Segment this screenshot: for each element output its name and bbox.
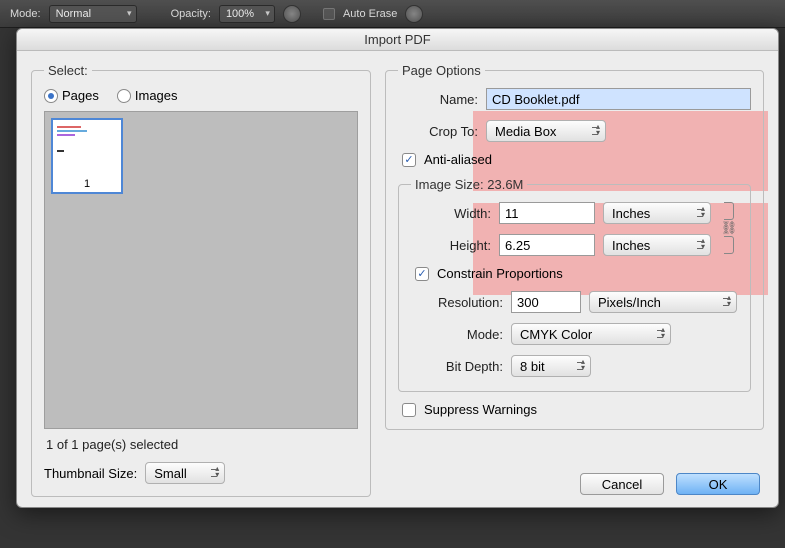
thumb-number: 1 (84, 176, 90, 192)
width-label: Width: (411, 206, 491, 221)
opacity-label: Opacity: (171, 8, 211, 20)
radio-icon (44, 89, 58, 103)
resolution-label: Resolution: (411, 295, 503, 310)
constrain-label: Constrain Proportions (437, 266, 563, 281)
resolution-input[interactable] (511, 291, 581, 313)
suppress-checkbox[interactable]: ✓ (402, 403, 416, 417)
colormode-select[interactable]: CMYK Color▴▾ (511, 323, 671, 345)
mode-select[interactable]: Normal (49, 5, 137, 23)
radio-icon (117, 89, 131, 103)
resolution-unit-select[interactable]: Pixels/Inch▴▾ (589, 291, 737, 313)
suppress-label: Suppress Warnings (424, 402, 537, 417)
cropto-select[interactable]: Media Box▴▾ (486, 120, 606, 142)
auto-erase-checkbox[interactable] (323, 8, 335, 20)
antialiased-checkbox[interactable]: ✓ (402, 153, 416, 167)
constrain-checkbox[interactable]: ✓ (415, 267, 429, 281)
pages-radio[interactable]: Pages (44, 88, 99, 103)
pages-radio-label: Pages (62, 88, 99, 103)
image-size-legend: Image Size: 23.6M (411, 177, 527, 192)
height-unit-select[interactable]: Inches▴▾ (603, 234, 711, 256)
link-icon[interactable]: ⛓ (720, 202, 738, 266)
height-input[interactable] (499, 234, 595, 256)
ok-button[interactable]: OK (676, 473, 760, 495)
opacity-select[interactable]: 100% (219, 5, 275, 23)
dialog-title: Import PDF (17, 29, 778, 51)
cancel-button[interactable]: Cancel (580, 473, 664, 495)
width-input[interactable] (499, 202, 595, 224)
height-label: Height: (411, 238, 491, 253)
auto-erase-label: Auto Erase (343, 8, 397, 20)
target-icon[interactable] (405, 5, 423, 23)
images-radio[interactable]: Images (117, 88, 178, 103)
app-toolbar: Mode: Normal Opacity: 100% Auto Erase (0, 0, 785, 28)
page-options-legend: Page Options (398, 63, 485, 78)
width-unit-select[interactable]: Inches▴▾ (603, 202, 711, 224)
selection-count: 1 of 1 page(s) selected (46, 437, 358, 452)
thumbsize-select[interactable]: Small▴▾ (145, 462, 225, 484)
colormode-label: Mode: (411, 327, 503, 342)
thumbnail-area[interactable]: 1 (44, 111, 358, 429)
page-thumbnail[interactable]: 1 (51, 118, 123, 194)
select-legend: Select: (44, 63, 92, 78)
page-options-fieldset: Page Options Name: Crop To: Media Box▴▾ … (385, 63, 764, 430)
brush-icon[interactable] (283, 5, 301, 23)
antialiased-label: Anti-aliased (424, 152, 492, 167)
images-radio-label: Images (135, 88, 178, 103)
select-fieldset: Select: Pages Images (31, 63, 371, 497)
import-pdf-dialog: Import PDF Select: Pages Images (16, 28, 779, 508)
name-input[interactable] (486, 88, 751, 110)
bitdepth-select[interactable]: 8 bit▴▾ (511, 355, 591, 377)
image-size-fieldset: Image Size: 23.6M Width: Inches▴▾ Height… (398, 177, 751, 392)
cropto-label: Crop To: (398, 124, 478, 139)
thumbsize-label: Thumbnail Size: (44, 466, 137, 481)
bitdepth-label: Bit Depth: (411, 359, 503, 374)
mode-label: Mode: (10, 8, 41, 20)
name-label: Name: (398, 92, 478, 107)
